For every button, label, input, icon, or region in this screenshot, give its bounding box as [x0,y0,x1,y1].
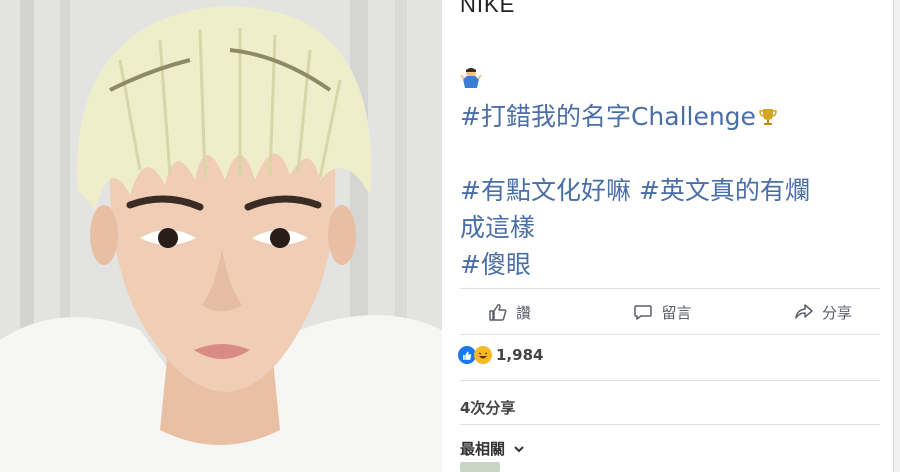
hashtag-line-2[interactable]: #有點文化好嘛 #英文真的有爛 [460,171,810,207]
comment-bubble-icon [634,305,653,320]
chevron-down-icon [514,445,524,452]
hashtag-line-4[interactable]: #傻眼 [460,245,531,281]
frame-right-border [893,0,900,472]
stats-separator [460,380,880,381]
post-photo[interactable] [0,0,442,472]
haha-reaction-icon [474,346,492,364]
portrait-illustration [0,0,442,472]
shrug-emoji-icon [460,68,482,88]
share-count[interactable]: 4次分享 [460,397,515,418]
comment-label: 留言 [661,303,692,322]
post-panel: NIKE #打錯我的名字Challenge #有點文化好嘛 #英文真的有爛 成這… [450,0,892,472]
trophy-icon [759,109,777,125]
reaction-summary[interactable]: 1,984 [458,346,543,364]
share-button[interactable]: 分享 [766,302,880,323]
thumbs-up-icon [489,304,507,321]
comments-separator [460,424,880,425]
hashtag-challenge[interactable]: #打錯我的名字Challenge [460,97,778,133]
author-name-fragment[interactable]: NIKE [460,0,515,18]
hashtag-line-1-text[interactable]: #打錯我的名字Challenge [460,102,756,131]
share-label: 分享 [821,303,852,322]
hashtag-line-3[interactable]: 成這樣 [460,208,535,244]
share-arrow-icon [795,304,813,319]
like-label: 讚 [516,303,532,322]
comment-sort-dropdown[interactable]: 最相關 [460,438,525,459]
comment-preview-fragment [460,462,500,472]
comment-button[interactable]: 留言 [605,302,719,323]
comment-sort-label: 最相關 [460,440,506,458]
actions-bottom-separator [460,334,880,335]
image-divider [442,0,450,472]
post-action-bar: 讚 留言 分享 [460,296,880,328]
reaction-count: 1,984 [496,346,544,364]
actions-top-separator [460,288,880,289]
like-button[interactable]: 讚 [460,302,559,323]
